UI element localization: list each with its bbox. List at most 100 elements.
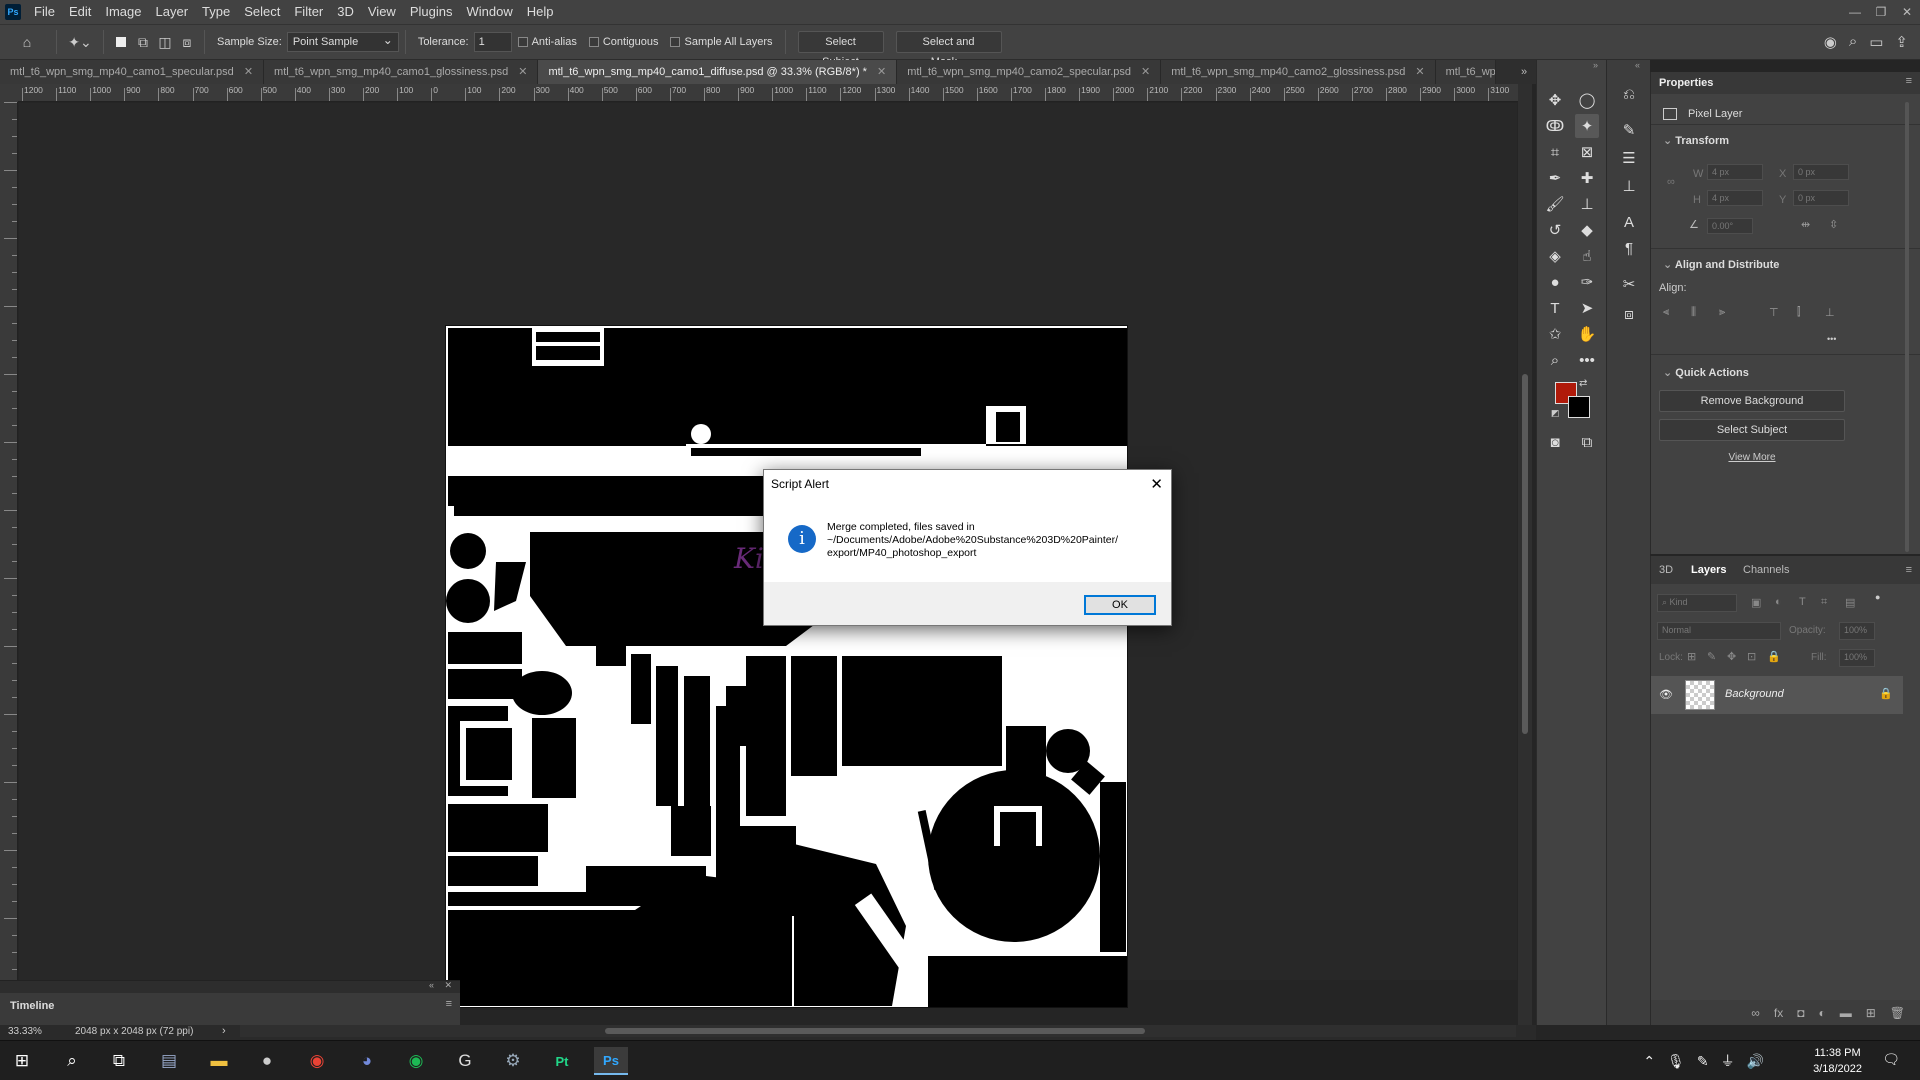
tab-truncated[interactable]: mtl_t6_wp [1435,60,1496,84]
zoom-level[interactable]: 33.33% [8,1026,42,1037]
shape-tool-icon[interactable]: ✩ [1543,322,1567,346]
menu-filter[interactable]: Filter [287,0,330,24]
network-icon[interactable]: ⏚ [1721,1051,1735,1071]
view-more-link[interactable]: View More [1651,452,1853,463]
document-canvas[interactable]: Kimmy [445,325,1128,1008]
scrollbar-thumb[interactable] [605,1028,1145,1034]
lock-position-icon[interactable]: ✥ [1727,650,1736,663]
close-icon[interactable]: ✕ [877,60,886,84]
path-selection-tool-icon[interactable]: ➤ [1575,296,1599,320]
quick-actions-section-title[interactable]: Quick Actions [1663,366,1749,379]
ellipse-marquee-tool-icon[interactable]: ◯ [1575,88,1599,112]
volume-icon[interactable]: 🔊 [1747,1053,1764,1070]
select-subject-qa-button[interactable]: Select Subject [1659,419,1845,441]
lock-all-icon[interactable]: 🔒 [1767,650,1781,663]
new-group-icon[interactable]: ▬ [1840,1006,1852,1020]
align-top-icon[interactable]: ⊤ [1769,306,1779,319]
workspace-icon[interactable]: ▭ [1869,33,1883,51]
background-color-swatch[interactable] [1568,396,1590,418]
x-field[interactable]: 0 px [1793,164,1849,180]
menu-help[interactable]: Help [520,0,561,24]
stamp-tool-icon[interactable]: ⊥ [1575,192,1599,216]
steam-icon[interactable]: ⚙ [496,1047,530,1075]
align-center-h-icon[interactable]: ⫼ [1691,306,1696,319]
menu-type[interactable]: Type [195,0,237,24]
lock-transparent-icon[interactable]: ⊞ [1687,650,1696,663]
delete-layer-icon[interactable]: 🗑 [1890,1006,1905,1020]
quick-mask-icon[interactable]: ◙ [1543,430,1567,454]
menu-view[interactable]: View [361,0,403,24]
pen-tool-icon[interactable]: ✑ [1575,270,1599,294]
blend-mode-select[interactable]: Normal [1657,622,1781,640]
scrollbar-thumb[interactable] [1522,374,1528,734]
tab-camo1-glossiness[interactable]: mtl_t6_wpn_smg_mp40_camo1_glossiness.psd… [264,60,539,84]
pen-icon[interactable]: ✎ [1697,1053,1709,1070]
lock-artboard-icon[interactable]: ⊡ [1747,650,1756,663]
flip-horizontal-icon[interactable]: ⇹ [1801,218,1810,231]
subtract-selection-icon[interactable]: ◫ [154,31,176,53]
eraser-tool-icon[interactable]: ◆ [1575,218,1599,242]
filter-smart-object-icon[interactable]: ▤ [1845,596,1855,609]
maximize-button[interactable]: ❐ [1868,5,1894,19]
type-tool-icon[interactable]: T [1543,296,1567,320]
smudge-tool-icon[interactable]: ☝ [1575,244,1599,268]
align-middle-v-icon[interactable]: ⫿ [1797,306,1801,319]
tab-3d[interactable]: 3D [1659,564,1673,576]
layer-style-icon[interactable]: fx [1774,1006,1783,1020]
tab-channels[interactable]: Channels [1743,564,1789,576]
app-icon[interactable]: ▤ [152,1047,186,1075]
hand-tool-icon[interactable]: ✋ [1575,322,1599,346]
opacity-field[interactable]: 100% [1839,622,1875,640]
history-panel-icon[interactable]: ⎌ [1617,82,1641,106]
tab-camo1-specular[interactable]: mtl_t6_wpn_smg_mp40_camo1_specular.psd ✕ [0,60,265,84]
eyedropper-tool-icon[interactable]: ✒ [1543,166,1567,190]
home-icon[interactable]: ⌂ [16,31,38,53]
close-icon[interactable]: ✕ [444,980,452,991]
filter-pixel-icon[interactable]: ▣ [1751,596,1761,609]
contiguous-checkbox[interactable]: Contiguous [588,36,658,48]
screen-mode-icon[interactable]: ⧉ [1575,430,1599,454]
more-options-icon[interactable]: ••• [1827,334,1836,344]
y-field[interactable]: 0 px [1793,190,1849,206]
menu-image[interactable]: Image [98,0,148,24]
lasso-tool-icon[interactable]: ↂ [1543,114,1567,138]
panel-menu-icon[interactable]: ≡ [446,998,452,1010]
menu-edit[interactable]: Edit [62,0,98,24]
height-field[interactable]: 4 px [1707,190,1763,206]
menu-select[interactable]: Select [237,0,287,24]
swap-colors-icon[interactable]: ⇄ [1579,378,1587,389]
align-distribute-section-title[interactable]: Align and Distribute [1663,258,1780,271]
history-brush-tool-icon[interactable]: ↺ [1543,218,1567,242]
add-selection-icon[interactable]: ⧉ [132,31,154,53]
notification-icon[interactable]: 🗨 [1882,1051,1900,1068]
close-icon[interactable]: ✕ [1415,60,1424,84]
photoshop-taskbar-icon[interactable]: Ps [594,1047,628,1075]
visibility-eye-icon[interactable]: 👁 [1659,688,1673,701]
chrome-icon[interactable]: ◉ [300,1047,334,1075]
move-tool-icon[interactable]: ✥ [1543,88,1567,112]
menu-plugins[interactable]: Plugins [403,0,460,24]
align-bottom-icon[interactable]: ⊥ [1825,306,1835,319]
zoom-tool-icon[interactable]: ⌕ [1543,348,1567,372]
tab-camo2-specular[interactable]: mtl_t6_wpn_smg_mp40_camo2_specular.psd ✕ [897,60,1162,84]
panel-menu-icon[interactable]: ≡ [1906,75,1912,87]
windows-start-icon[interactable]: ⊞ [5,1047,39,1075]
dialog-close-button[interactable]: ✕ [1150,470,1163,499]
menu-3d[interactable]: 3D [330,0,361,24]
share-learn-icon[interactable]: ◉ [1824,33,1837,51]
tab-properties[interactable]: Properties [1659,72,1713,94]
flip-vertical-icon[interactable]: ⇳ [1829,218,1838,231]
clock[interactable]: 11:38 PM 3/18/2022 [1813,1045,1862,1077]
tab-layers[interactable]: Layers [1691,564,1726,576]
new-selection-icon[interactable] [110,31,132,53]
character-panel-icon[interactable]: A [1617,210,1641,234]
expand-icon[interactable]: » [1593,60,1598,70]
panel-menu-icon[interactable]: ≡ [1906,564,1912,576]
default-colors-icon[interactable]: ◩ [1551,408,1560,419]
file-explorer-icon[interactable]: ▬ [202,1047,236,1075]
dodge-tool-icon[interactable]: ● [1543,270,1567,294]
menu-window[interactable]: Window [459,0,519,24]
remove-background-button[interactable]: Remove Background [1659,390,1845,412]
timeline-title[interactable]: Timeline [10,1000,54,1012]
spotify-icon[interactable]: ◉ [399,1047,433,1075]
